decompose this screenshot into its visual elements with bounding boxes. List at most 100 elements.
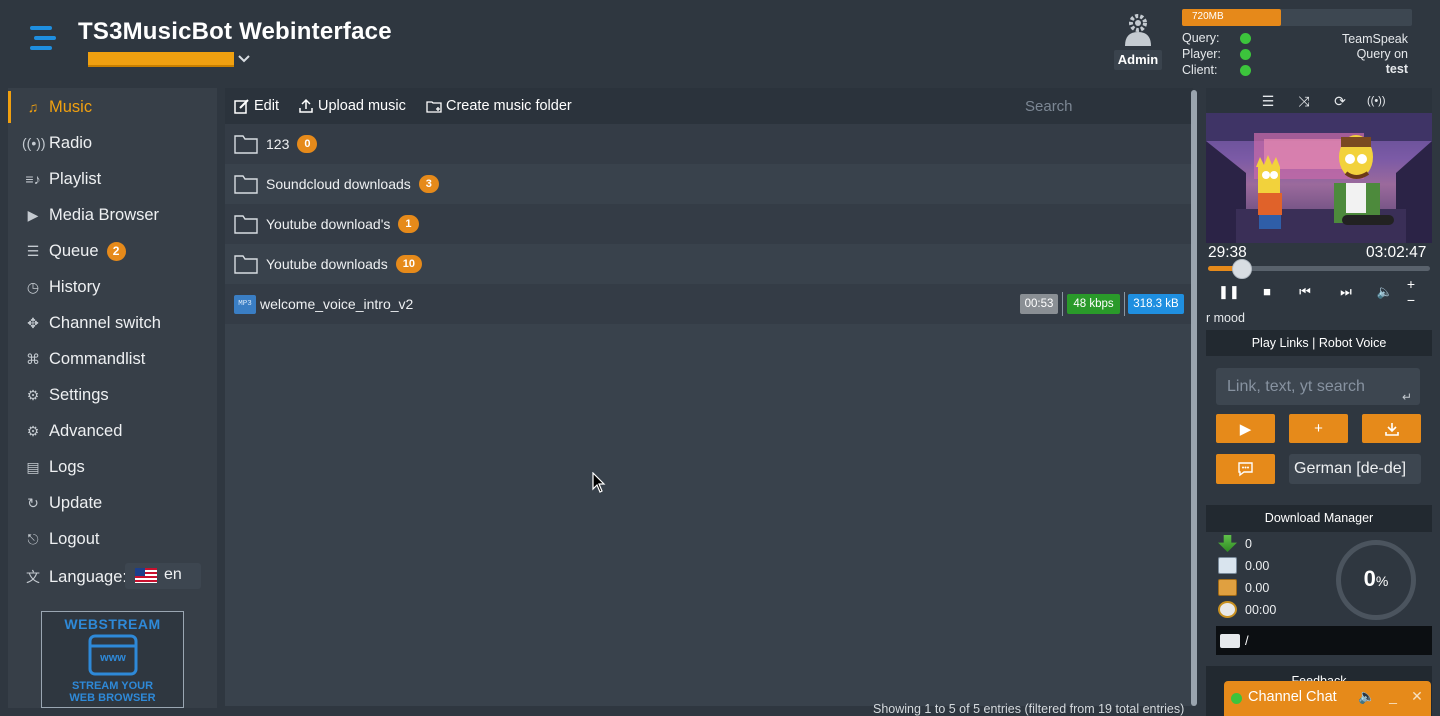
edit-button[interactable]: Edit xyxy=(234,88,279,124)
plus-icon: + xyxy=(1314,420,1323,437)
track-bitrate: 48 kbps xyxy=(1067,294,1120,314)
volume-icon[interactable]: 🔈 xyxy=(1376,284,1394,300)
sidebar-item-label: Radio xyxy=(49,133,93,152)
folder-row[interactable]: 123 0 xyxy=(225,124,1193,164)
robot-voice-button[interactable] xyxy=(1216,454,1275,484)
download-manager-header: Download Manager xyxy=(1206,505,1432,532)
server-line: TeamSpeak xyxy=(1341,32,1408,46)
search-input[interactable] xyxy=(1025,94,1185,118)
list-icon[interactable]: ☰ xyxy=(1259,92,1277,110)
sidebar-item-history[interactable]: ◷ History xyxy=(8,269,217,305)
promo-subtitle: STREAM YOUR WEB BROWSER xyxy=(42,680,183,704)
total-time: 03:02:47 xyxy=(1366,244,1427,261)
mouse-cursor-icon xyxy=(592,472,606,493)
client-status-dot xyxy=(1240,65,1251,76)
chevron-down-icon[interactable] xyxy=(237,52,251,66)
upload-label: Upload music xyxy=(318,98,406,114)
speaker-icon[interactable]: 🔈 xyxy=(1358,688,1376,706)
folder-name: Youtube downloads xyxy=(266,256,388,272)
query-status-dot xyxy=(1240,33,1251,44)
admin-avatar-icon[interactable] xyxy=(1120,12,1156,48)
client-status-label: Client: xyxy=(1182,63,1218,77)
radio-waves-icon: ((•)) xyxy=(22,135,46,151)
divider xyxy=(1062,292,1063,316)
bot-selector[interactable] xyxy=(88,52,234,67)
folder-row[interactable]: Youtube downloads 10 xyxy=(225,244,1193,284)
sidebar-item-update[interactable]: ↻ Update xyxy=(8,485,217,521)
query-status-label: Query: xyxy=(1182,31,1220,45)
next-icon[interactable]: ⏭ xyxy=(1337,284,1355,300)
playlist-icon: ≡♪ xyxy=(25,171,41,187)
sidebar-item-media-browser[interactable]: ▶ Media Browser xyxy=(8,197,217,233)
clock-icon: ◷ xyxy=(26,278,40,295)
folder-row[interactable]: Youtube download's 1 xyxy=(225,204,1193,244)
table-info: Showing 1 to 5 of 5 entries (filtered fr… xyxy=(873,702,1185,716)
previous-icon[interactable]: ⏮ xyxy=(1296,284,1314,300)
add-to-queue-button[interactable]: + xyxy=(1289,414,1348,443)
sidebar-item-logout[interactable]: ⎋ Logout xyxy=(8,521,217,557)
webstream-promo[interactable]: WEBSTREAM www STREAM YOUR WEB BROWSER xyxy=(41,611,184,708)
download-button[interactable] xyxy=(1362,414,1421,443)
download-size-row: 0.00 xyxy=(1218,579,1269,596)
sidebar-item-label: Media Browser xyxy=(49,205,160,224)
pause-icon[interactable]: ❚❚ xyxy=(1218,284,1240,300)
volume-up-icon[interactable]: + xyxy=(1402,276,1420,292)
repeat-icon[interactable]: ⟳ xyxy=(1331,92,1349,110)
menu-toggle-icon[interactable] xyxy=(30,24,56,52)
folder-name: 123 xyxy=(266,136,290,152)
sidebar-item-commandlist[interactable]: ⌘ Commandlist xyxy=(8,341,217,377)
folder-icon xyxy=(234,135,258,154)
music-note-icon: ♫ xyxy=(27,99,39,115)
server-line: Query on xyxy=(1356,47,1408,61)
us-flag-icon xyxy=(135,568,157,583)
sidebar-item-label: Channel switch xyxy=(49,313,161,332)
progress-slider-handle[interactable] xyxy=(1232,259,1252,279)
create-folder-label: Create music folder xyxy=(446,98,572,114)
sidebar-item-settings[interactable]: ⚙ Settings xyxy=(8,377,217,413)
sidebar-item-queue[interactable]: ☰ Queue 2 xyxy=(8,233,217,269)
minimize-icon[interactable]: _ xyxy=(1384,688,1402,706)
track-row[interactable]: MP3 welcome_voice_intro_v2 00:53 48 kbps… xyxy=(225,284,1193,324)
download-size: 0.00 xyxy=(1245,580,1270,595)
scrollbar[interactable] xyxy=(1191,90,1197,706)
memory-label: 720MB xyxy=(1192,11,1224,22)
video-thumbnail[interactable] xyxy=(1206,113,1432,243)
sidebar-item-label: Advanced xyxy=(49,421,123,440)
queue-count-badge: 2 xyxy=(106,241,126,261)
cog-outline-icon: ⚙ xyxy=(26,422,40,439)
play-link-button[interactable]: ▶ xyxy=(1216,414,1275,443)
promo-icon-text: www xyxy=(100,652,126,664)
stop-icon[interactable]: ■ xyxy=(1258,284,1276,300)
broadcast-icon[interactable]: ((•)) xyxy=(1367,92,1386,110)
sidebar-item-label: Playlist xyxy=(49,169,102,188)
sidebar-item-advanced[interactable]: ⚙ Advanced xyxy=(8,413,217,449)
play-links-header: Play Links | Robot Voice xyxy=(1206,330,1432,356)
admin-label[interactable]: Admin xyxy=(1114,50,1162,70)
sidebar-item-playlist[interactable]: ≡♪ Playlist xyxy=(8,161,217,197)
edit-label: Edit xyxy=(254,98,279,114)
link-input[interactable] xyxy=(1216,368,1420,405)
close-icon[interactable]: ✕ xyxy=(1408,688,1426,706)
upload-music-button[interactable]: Upload music xyxy=(298,88,406,124)
language-selector[interactable]: en xyxy=(125,563,201,589)
file-toolbar: Edit Upload music Create music folder xyxy=(225,88,1193,124)
folder-count-badge: 10 xyxy=(395,255,422,273)
voice-language-select[interactable]: German [de-de] xyxy=(1289,454,1421,484)
folder-row[interactable]: Soundcloud downloads 3 xyxy=(225,164,1193,204)
edit-icon xyxy=(234,99,249,114)
player-status-label: Player: xyxy=(1182,47,1221,61)
shuffle-icon[interactable]: ⤨ xyxy=(1295,92,1313,110)
create-folder-button[interactable]: Create music folder xyxy=(426,88,572,124)
download-icon xyxy=(1384,422,1399,436)
server-line: test xyxy=(1385,62,1408,76)
sidebar-item-logs[interactable]: ▤ Logs xyxy=(8,449,217,485)
track-duration: 00:53 xyxy=(1020,294,1058,314)
sidebar-item-channel-switch[interactable]: ✥ Channel switch xyxy=(8,305,217,341)
channel-chat-bar[interactable]: Channel Chat 🔈 _ ✕ xyxy=(1224,681,1431,716)
sidebar-item-label: Settings xyxy=(49,385,109,404)
player-toolbar: ☰ ⤨ ⟳ ((•)) xyxy=(1206,88,1432,113)
move-arrows-icon: ✥ xyxy=(27,314,39,331)
sidebar-item-music[interactable]: ♫ Music xyxy=(8,89,217,125)
volume-down-icon[interactable]: − xyxy=(1402,292,1420,308)
sidebar-item-radio[interactable]: ((•)) Radio xyxy=(8,125,217,161)
